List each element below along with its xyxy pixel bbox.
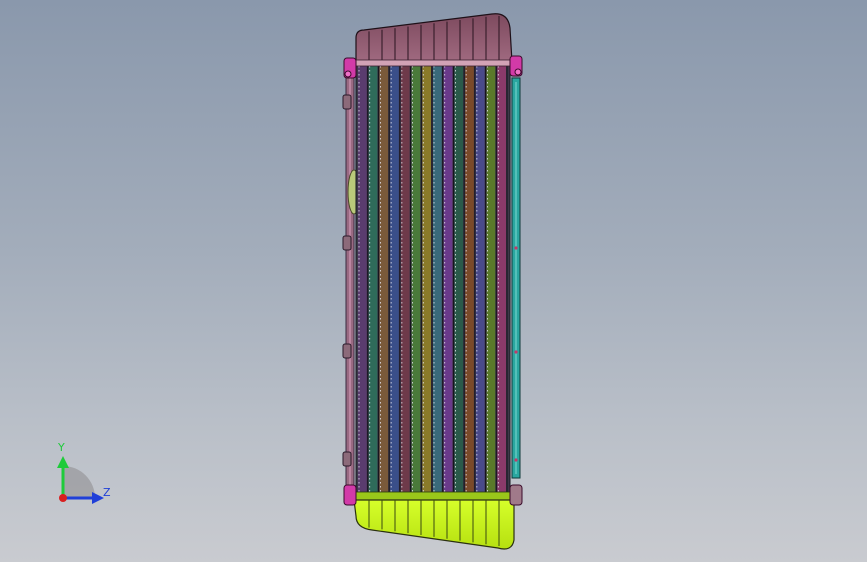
top-tank xyxy=(355,13,513,67)
right-side-bracket xyxy=(511,77,521,479)
radiator-model[interactable] xyxy=(0,0,867,562)
z-axis-label: Z xyxy=(103,486,111,499)
x-axis-origin xyxy=(59,494,67,502)
y-axis-head xyxy=(57,456,69,468)
graphics-viewport[interactable]: Y Z xyxy=(0,0,867,562)
coordinate-triad xyxy=(57,456,104,504)
left-side-rail xyxy=(345,59,355,501)
bottom-tank xyxy=(353,491,515,550)
y-axis-label: Y xyxy=(58,441,65,454)
